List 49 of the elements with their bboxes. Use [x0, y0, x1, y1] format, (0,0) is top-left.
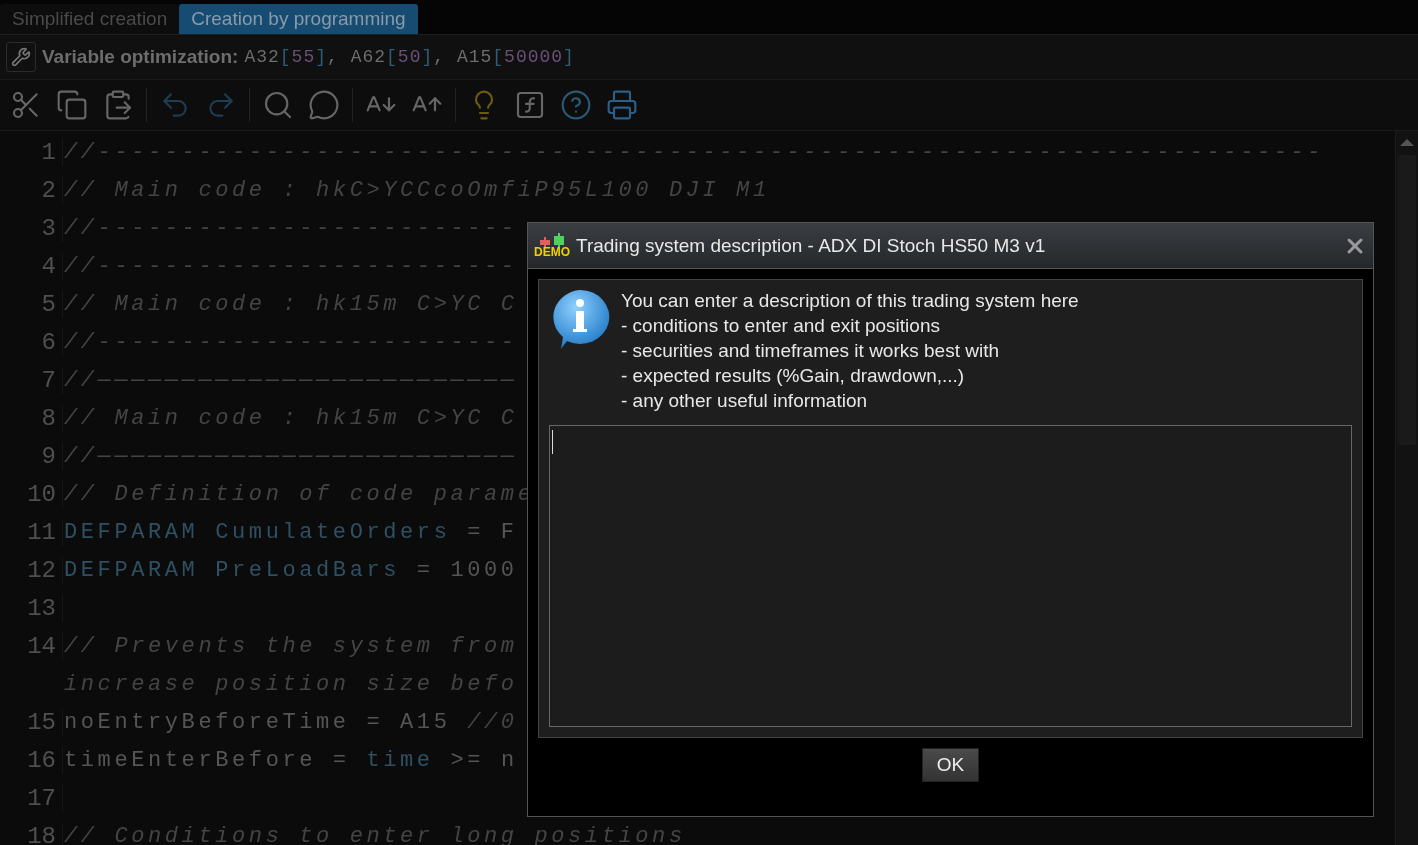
line-number: 7	[0, 366, 63, 394]
code-line: //—————————————————————————	[63, 443, 518, 469]
code-line: increase position size befo	[63, 671, 518, 697]
code-line: // Prevents the system from	[63, 633, 518, 659]
info-text: - conditions to enter and exit positions	[621, 314, 941, 338]
demo-label: DEMO	[534, 247, 570, 258]
code-line: DEFPARAM PreLoadBars = 1000	[63, 557, 518, 583]
code-line: // Main code : hk15m C>YC C	[63, 291, 518, 317]
line-number: 8	[0, 404, 63, 432]
line-number: 10	[0, 480, 63, 508]
tab[interactable]: Creation by programming	[179, 4, 418, 34]
code-line: // Definition of code parame	[63, 481, 535, 507]
line-number: 17	[0, 784, 63, 812]
optimization-variables: A32[55], A62[50], A15[50000]	[244, 47, 575, 67]
info-text: You can enter a description of this trading system here	[621, 289, 1079, 313]
line-number: 1	[0, 138, 63, 166]
info-text: - any other useful information	[621, 389, 869, 413]
line-number: 12	[0, 556, 63, 584]
code-line: // Main code : hk15m C>YC C	[63, 405, 518, 431]
line-number: 14	[0, 632, 63, 660]
tab[interactable]: Simplified creation	[0, 4, 180, 34]
dialog-title: Trading system description - ADX DI Stoch HS50 M3 v1	[576, 234, 1047, 257]
info-text: - securities and timeframes it works best with	[621, 339, 1000, 363]
code-line: timeEnterBefore = time >= n	[63, 747, 518, 773]
description-field[interactable]	[549, 425, 1352, 727]
info-text: - expected results (%Gain, drawdown,...)	[621, 364, 966, 388]
line-number: 16	[0, 746, 63, 774]
code-line: //-------------------------------------------------------------------------	[63, 139, 1325, 165]
code-line: //-------------------------	[63, 253, 518, 279]
wrench-icon[interactable]	[6, 42, 36, 72]
optimization-label: Variable optimization:	[42, 46, 239, 68]
code-line: DEFPARAM CumulateOrders = F	[63, 519, 518, 545]
line-number: 11	[0, 518, 63, 546]
line-number: 18	[0, 822, 63, 845]
code-line: //-------------------------	[63, 215, 518, 241]
scrollbar[interactable]	[1395, 131, 1418, 845]
line-number: 4	[0, 252, 63, 280]
line-number: 15	[0, 708, 63, 736]
ok-button[interactable]: OK	[922, 748, 979, 782]
line-number: 5	[0, 290, 63, 318]
line-number: 13	[0, 594, 63, 622]
code-line: // Main code : hkC>YCCcoOmfiP95L100 DJI M1	[63, 177, 770, 203]
line-number: 6	[0, 328, 63, 356]
code-line: noEntryBeforeTime = A15 //0	[63, 709, 518, 735]
code-line: //—————————————————————————	[63, 367, 518, 393]
line-number: 9	[0, 442, 63, 470]
line-number: 3	[0, 214, 63, 242]
code-line: //-------------------------	[63, 329, 518, 355]
line-number: 2	[0, 176, 63, 204]
